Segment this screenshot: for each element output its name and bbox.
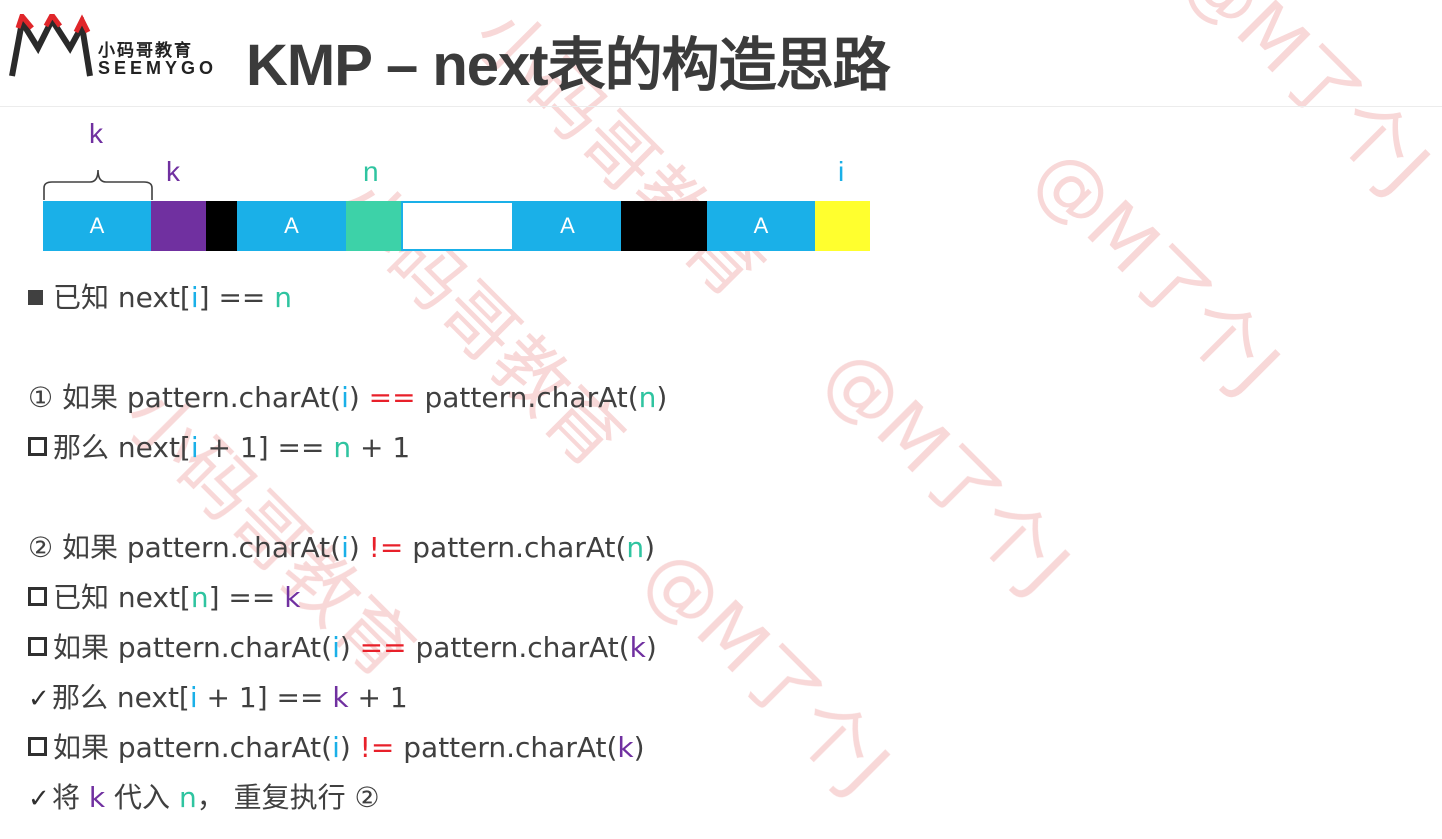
- text: 代入: [105, 781, 179, 814]
- text: ): [339, 731, 360, 764]
- kmp-diagram: k k n i A A A A: [0, 110, 900, 260]
- text: pattern.charAt(: [406, 631, 630, 664]
- text: ): [348, 381, 369, 414]
- curly-brace-icon: [43, 169, 153, 200]
- brace-label-k: k: [89, 118, 103, 149]
- segment-a-1: A: [43, 201, 151, 251]
- line-case-2b-result: ✓将 k 代入 n， 重复执行 ②: [28, 778, 380, 819]
- line-case-2b: 如果 pattern.charAt(i) != pattern.charAt(k…: [28, 728, 645, 768]
- filled-square-bullet-icon: [28, 290, 43, 305]
- text: ， 重复执行 ②: [196, 781, 380, 814]
- var-n: n: [333, 431, 352, 464]
- var-i: i: [332, 731, 340, 764]
- line-case-1-result: 那么 next[i + 1] == n + 1: [28, 428, 410, 468]
- check-icon: ✓: [28, 784, 50, 814]
- text: ① 如果 pattern.charAt(: [28, 381, 342, 414]
- operator-equals: ==: [368, 381, 416, 414]
- segment-n: [346, 201, 401, 251]
- line-case-2a: 如果 pattern.charAt(i) == pattern.charAt(k…: [28, 628, 657, 668]
- var-n: n: [190, 581, 209, 614]
- text: 已知 next[: [53, 281, 191, 314]
- hollow-square-bullet-icon: [28, 587, 47, 606]
- logo-english-text: SEEMYGO: [98, 58, 218, 78]
- seemygo-m-logo-icon: [9, 14, 93, 77]
- segment-a-2: A: [237, 201, 346, 251]
- header: 小码哥教育 SEEMYGO KMP – next表的构造思路: [0, 0, 1442, 106]
- text: + 1: [348, 681, 408, 714]
- label-n: n: [363, 156, 379, 187]
- line-case-2: ② 如果 pattern.charAt(i) != pattern.charAt…: [28, 528, 655, 568]
- text: 那么 next[: [52, 681, 190, 714]
- text: ): [348, 531, 369, 564]
- var-k: k: [88, 781, 106, 814]
- text: pattern.charAt(: [415, 381, 639, 414]
- text: + 1: [351, 431, 411, 464]
- var-k: k: [332, 681, 349, 714]
- operator-not-equals: !=: [368, 531, 404, 564]
- var-i: i: [332, 631, 340, 664]
- text: ] ==: [198, 281, 275, 314]
- label-k: k: [166, 156, 180, 187]
- segment-k: [151, 201, 206, 251]
- var-i: i: [341, 381, 349, 414]
- text: 将: [52, 781, 89, 814]
- text: pattern.charAt(: [403, 531, 627, 564]
- line-case-1: ① 如果 pattern.charAt(i) == pattern.charAt…: [28, 378, 667, 418]
- text: ): [656, 381, 668, 414]
- text: 如果 pattern.charAt(: [53, 631, 333, 664]
- segment-black-2: [621, 201, 707, 251]
- var-n: n: [178, 781, 197, 814]
- operator-not-equals: !=: [359, 731, 395, 764]
- text: + 1] ==: [198, 431, 334, 464]
- var-k: k: [617, 731, 634, 764]
- operator-equals: ==: [359, 631, 407, 664]
- watermark-text-7: @M了个J: [627, 532, 905, 810]
- check-icon: ✓: [28, 684, 50, 714]
- text: ): [339, 631, 360, 664]
- line-known-next-n: 已知 next[n] == k: [28, 578, 300, 618]
- segment-white: [401, 201, 514, 251]
- text: ② 如果 pattern.charAt(: [28, 531, 342, 564]
- var-i: i: [189, 681, 198, 714]
- text: ): [644, 531, 656, 564]
- segment-a-3: A: [514, 201, 621, 251]
- label-i: i: [838, 156, 845, 187]
- text: 已知 next[: [53, 581, 191, 614]
- text: + 1] ==: [197, 681, 333, 714]
- text: ): [633, 731, 645, 764]
- var-k: k: [284, 581, 301, 614]
- line-case-2a-result: ✓那么 next[i + 1] == k + 1: [28, 678, 408, 719]
- watermark-text-6: @M了个J: [807, 332, 1085, 610]
- text: pattern.charAt(: [394, 731, 618, 764]
- text: 如果 pattern.charAt(: [53, 731, 333, 764]
- page-title: KMP – next表的构造思路: [246, 33, 891, 98]
- var-n: n: [638, 381, 657, 414]
- var-n: n: [274, 281, 293, 314]
- var-i: i: [341, 531, 349, 564]
- text: ): [645, 631, 657, 664]
- watermark-text-5: @M了个J: [1017, 132, 1295, 410]
- var-k: k: [629, 631, 646, 664]
- var-i: i: [190, 281, 199, 314]
- seemygo-logo: 小码哥教育 SEEMYGO: [8, 14, 213, 80]
- var-n: n: [626, 531, 645, 564]
- text: ] ==: [208, 581, 285, 614]
- hollow-square-bullet-icon: [28, 737, 47, 756]
- text: 那么 next[: [53, 431, 191, 464]
- var-i: i: [190, 431, 199, 464]
- segment-black-1: [206, 201, 237, 251]
- line-known-next-i: 已知 next[i] == n: [28, 278, 292, 318]
- hollow-square-bullet-icon: [28, 637, 47, 656]
- header-divider: [0, 106, 1442, 107]
- hollow-square-bullet-icon: [28, 437, 47, 456]
- segment-i: [815, 201, 870, 251]
- segment-a-4: A: [707, 201, 815, 251]
